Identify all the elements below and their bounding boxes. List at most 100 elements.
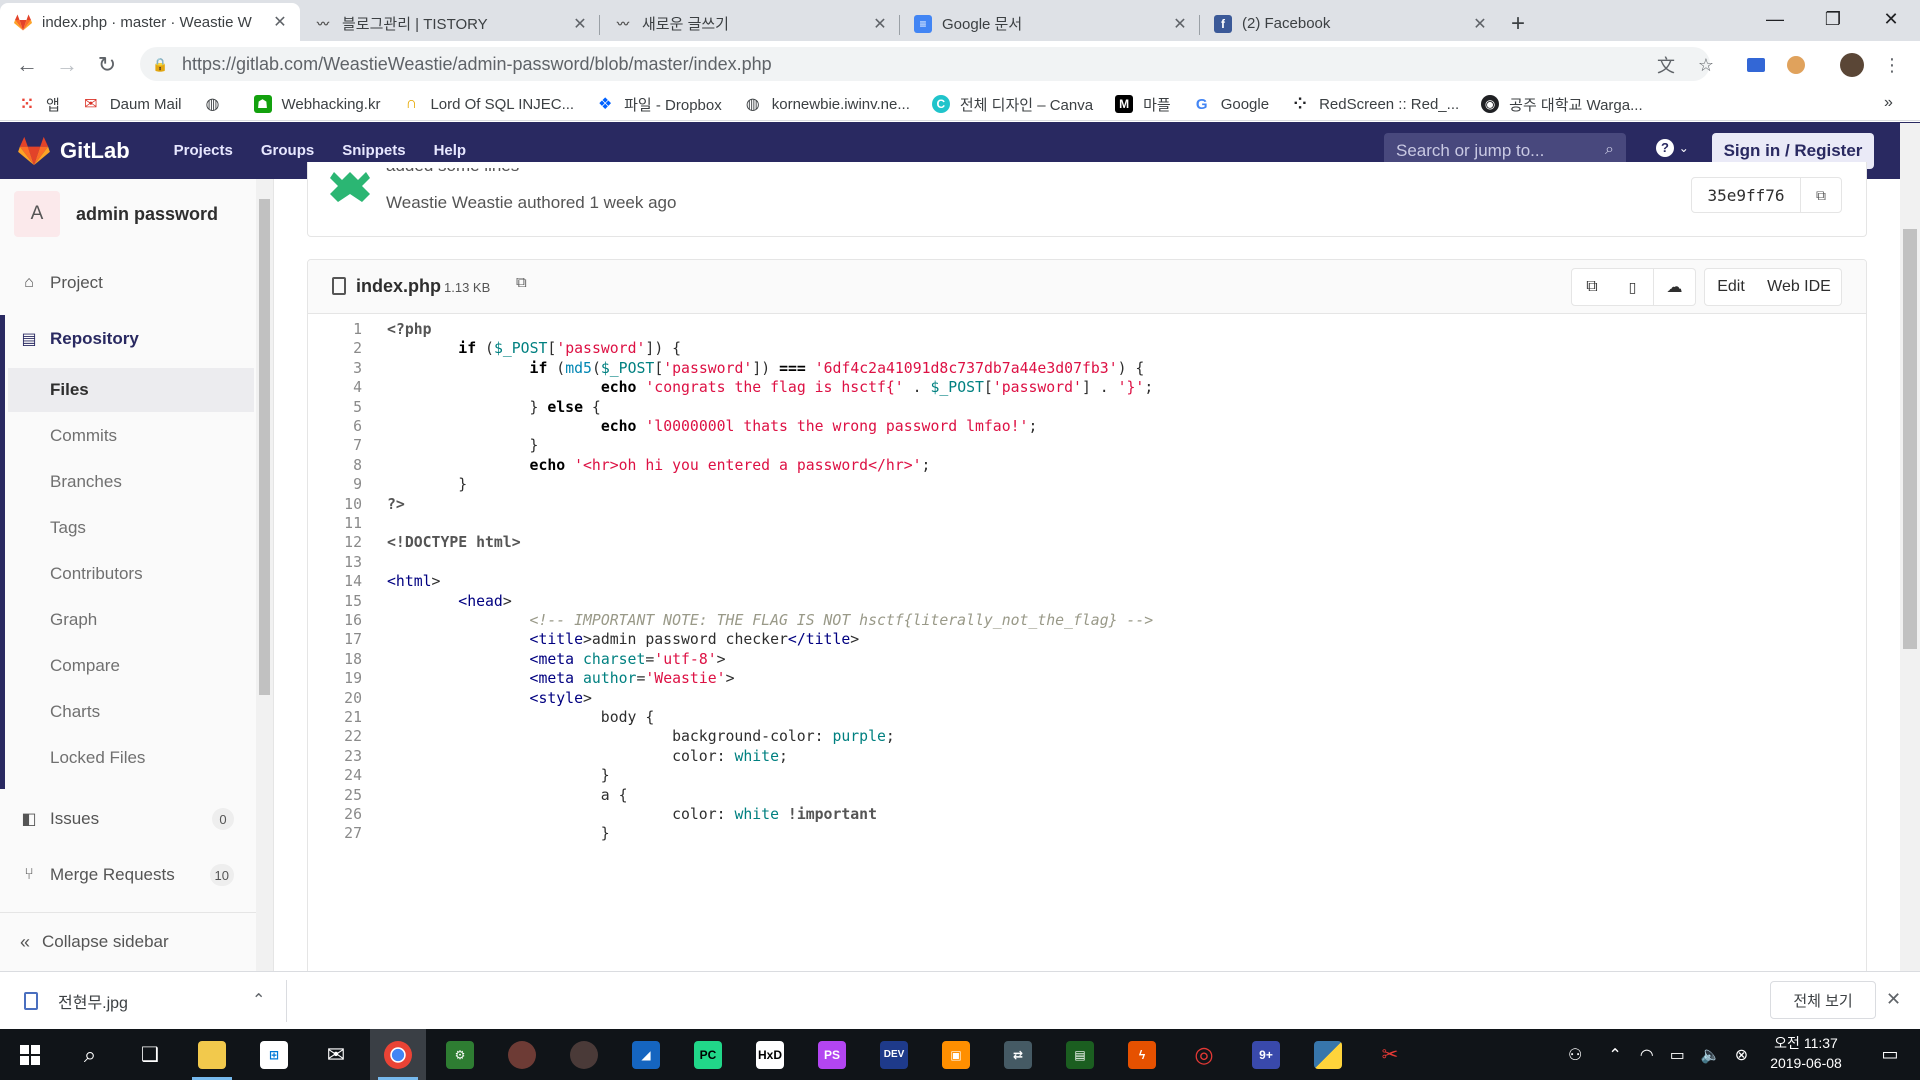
- bookmark-globe[interactable]: ◍: [204, 95, 232, 113]
- ime-icon[interactable]: ⊗: [1735, 1045, 1748, 1065]
- taskbar-chrome[interactable]: [370, 1029, 426, 1080]
- close-download-shelf-icon[interactable]: ✕: [1886, 989, 1901, 1010]
- line-number[interactable]: 10: [308, 496, 362, 513]
- taskbar-app-notify[interactable]: 9+: [1238, 1029, 1294, 1080]
- forward-arrow-icon[interactable]: →: [50, 48, 84, 82]
- taskbar-burp[interactable]: ϟ: [1114, 1029, 1170, 1080]
- line-number[interactable]: 19: [308, 670, 362, 687]
- line-number[interactable]: 2: [308, 340, 362, 357]
- bookmark-marpple[interactable]: M 마플: [1115, 94, 1171, 115]
- tab-close-icon[interactable]: ✕: [870, 14, 890, 34]
- sidebar-scrollbar-thumb[interactable]: [259, 199, 270, 695]
- address-bar[interactable]: 🔒 https://gitlab.com/WeastieWeastie/admi…: [140, 47, 1710, 81]
- line-number[interactable]: 16: [308, 612, 362, 629]
- bookmark-apps[interactable]: ⁙ 앱: [18, 94, 60, 115]
- tab-close-icon[interactable]: ✕: [1470, 14, 1490, 34]
- sidebar-subitem-locked-files[interactable]: Locked Files: [8, 736, 254, 780]
- taskbar-file-explorer[interactable]: [184, 1029, 240, 1080]
- line-number[interactable]: 24: [308, 767, 362, 784]
- sidebar-scrollbar[interactable]: [256, 179, 273, 971]
- new-tab-button[interactable]: +: [1500, 6, 1536, 41]
- tab-google-docs[interactable]: ≡ Google 문서 ✕: [900, 6, 1200, 41]
- nav-groups[interactable]: Groups: [261, 142, 314, 159]
- page-scrollbar-thumb[interactable]: [1903, 229, 1917, 649]
- nav-help[interactable]: Help: [434, 142, 467, 159]
- taskbar-app-green[interactable]: ⚙: [432, 1029, 488, 1080]
- taskbar-app-orange[interactable]: ▣: [928, 1029, 984, 1080]
- tab-close-icon[interactable]: ✕: [1170, 14, 1190, 34]
- restore-button[interactable]: ❐: [1804, 0, 1862, 38]
- copy-file-path-icon[interactable]: ⧉: [516, 274, 527, 291]
- sidebar-subitem-tags[interactable]: Tags: [8, 506, 254, 550]
- bookmark-google[interactable]: G Google: [1193, 95, 1269, 113]
- help-dropdown[interactable]: ? ⌄: [1656, 137, 1689, 157]
- bookmark-los[interactable]: ∩ Lord Of SQL INJEC...: [402, 95, 574, 113]
- sidebar-item-issues[interactable]: ◧ Issues 0: [0, 797, 254, 841]
- back-arrow-icon[interactable]: ←: [10, 48, 44, 82]
- line-number[interactable]: 11: [308, 515, 362, 532]
- line-number[interactable]: 17: [308, 631, 362, 648]
- nav-projects[interactable]: Projects: [174, 142, 233, 159]
- taskbar-python[interactable]: [1300, 1029, 1356, 1080]
- line-number[interactable]: 21: [308, 709, 362, 726]
- chevron-up-icon[interactable]: ⌃: [1608, 1045, 1621, 1065]
- tab-close-icon[interactable]: ✕: [570, 14, 590, 34]
- gitlab-home-link[interactable]: GitLab: [18, 136, 130, 166]
- sidebar-project-header[interactable]: A admin password: [14, 191, 218, 237]
- bookmark-star-icon[interactable]: ☆: [1692, 51, 1720, 79]
- tab-close-icon[interactable]: ✕: [270, 12, 290, 32]
- line-number[interactable]: 14: [308, 573, 362, 590]
- line-number[interactable]: 22: [308, 728, 362, 745]
- sidebar-subitem-branches[interactable]: Branches: [8, 460, 254, 504]
- bookmark-wargame[interactable]: ◉ 공주 대학교 Warga...: [1481, 94, 1643, 115]
- line-number[interactable]: 5: [308, 399, 362, 416]
- commit-sha[interactable]: 35e9ff76: [1691, 177, 1801, 213]
- bookmark-dropbox[interactable]: ❖ 파일 - Dropbox: [596, 94, 722, 115]
- tab-gitlab-index[interactable]: index.php · master · Weastie W ✕: [0, 3, 300, 41]
- line-number[interactable]: 9: [308, 476, 362, 493]
- taskbar-store[interactable]: ⊞: [246, 1029, 302, 1080]
- reload-icon[interactable]: ↻: [90, 48, 124, 82]
- taskbar-image-1[interactable]: [494, 1029, 550, 1080]
- profile-avatar-icon[interactable]: [1838, 51, 1866, 79]
- download-button[interactable]: ☁: [1654, 268, 1696, 306]
- sidebar-subitem-charts[interactable]: Charts: [8, 690, 254, 734]
- line-number[interactable]: 27: [308, 825, 362, 842]
- minimize-button[interactable]: —: [1746, 0, 1804, 38]
- copy-sha-button[interactable]: ⧉: [1800, 177, 1842, 213]
- sidebar-subitem-compare[interactable]: Compare: [8, 644, 254, 688]
- tab-facebook[interactable]: f (2) Facebook ✕: [1200, 6, 1500, 41]
- tab-tistory-write[interactable]: 〰 새로운 글쓰기 ✕: [600, 6, 900, 41]
- line-number[interactable]: 1: [308, 321, 362, 338]
- close-window-button[interactable]: ✕: [1862, 0, 1920, 38]
- taskbar-clock[interactable]: 오전 11:37 2019-06-08: [1764, 1033, 1848, 1073]
- cookie-extension-icon[interactable]: [1782, 51, 1810, 79]
- battery-icon[interactable]: ▭: [1670, 1045, 1685, 1065]
- people-icon[interactable]: ⚇: [1568, 1045, 1582, 1065]
- taskbar-hxd[interactable]: HxD: [742, 1029, 798, 1080]
- wifi-icon[interactable]: ◠: [1640, 1045, 1654, 1065]
- line-number[interactable]: 23: [308, 748, 362, 765]
- extension-icon[interactable]: [1742, 51, 1770, 79]
- nav-snippets[interactable]: Snippets: [342, 142, 405, 159]
- taskbar-image-2[interactable]: [556, 1029, 612, 1080]
- line-number[interactable]: 13: [308, 554, 362, 571]
- taskbar-devcpp[interactable]: DEV: [866, 1029, 922, 1080]
- line-number[interactable]: 7: [308, 437, 362, 454]
- line-number[interactable]: 8: [308, 457, 362, 474]
- line-number[interactable]: 18: [308, 651, 362, 668]
- bookmark-redscreen[interactable]: ⁘ RedScreen :: Red_...: [1291, 95, 1459, 114]
- taskbar-phpstorm[interactable]: PS: [804, 1029, 860, 1080]
- author-avatar[interactable]: [330, 172, 370, 202]
- task-view-button[interactable]: ❑: [122, 1029, 178, 1080]
- notification-center-button[interactable]: ▭: [1862, 1029, 1918, 1080]
- taskbar-network-tool[interactable]: ⇄: [990, 1029, 1046, 1080]
- line-number[interactable]: 15: [308, 593, 362, 610]
- translate-icon[interactable]: 文: [1652, 51, 1680, 79]
- line-number[interactable]: 3: [308, 360, 362, 377]
- sidebar-item-project[interactable]: ⌂ Project: [0, 261, 254, 305]
- show-all-downloads-button[interactable]: 전체 보기: [1770, 981, 1876, 1019]
- taskbar-app-blue[interactable]: ◢: [618, 1029, 674, 1080]
- line-number[interactable]: 12: [308, 534, 362, 551]
- sidebar-item-merge-requests[interactable]: ⑂ Merge Requests 10: [0, 853, 254, 897]
